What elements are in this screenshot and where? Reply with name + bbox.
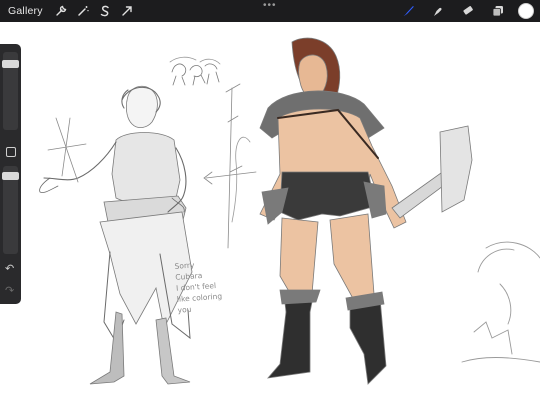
magic-wand-icon[interactable] [73, 1, 93, 21]
opacity-slider[interactable] [2, 166, 19, 254]
opacity-thumb[interactable] [2, 172, 19, 180]
undo-icon[interactable]: ↶ [5, 262, 14, 275]
window-handle-dots[interactable]: ••• [263, 1, 277, 11]
brush-icon[interactable] [398, 1, 418, 21]
sketch-artwork [39, 37, 540, 385]
current-color-swatch[interactable] [518, 3, 534, 19]
right-tool-group [398, 1, 534, 21]
handwritten-note: Sorry Cubara I don't feel like coloring … [174, 260, 223, 315]
drawing-canvas[interactable]: Sorry Cubara I don't feel like coloring … [0, 22, 540, 405]
layers-icon[interactable] [488, 1, 508, 21]
eraser-icon[interactable] [458, 1, 478, 21]
s-selection-icon[interactable] [95, 1, 115, 21]
top-toolbar: Gallery ••• [0, 0, 540, 22]
wrench-icon[interactable] [51, 1, 71, 21]
brush-size-thumb[interactable] [2, 60, 19, 68]
gallery-button[interactable]: Gallery [8, 5, 43, 17]
smudge-icon[interactable] [428, 1, 448, 21]
brush-size-slider[interactable] [2, 52, 19, 130]
modify-square-icon[interactable] [6, 147, 16, 157]
left-sidebar: ↶ ↷ [0, 44, 21, 304]
redo-icon[interactable]: ↷ [5, 284, 14, 297]
arrow-transform-icon[interactable] [117, 1, 137, 21]
